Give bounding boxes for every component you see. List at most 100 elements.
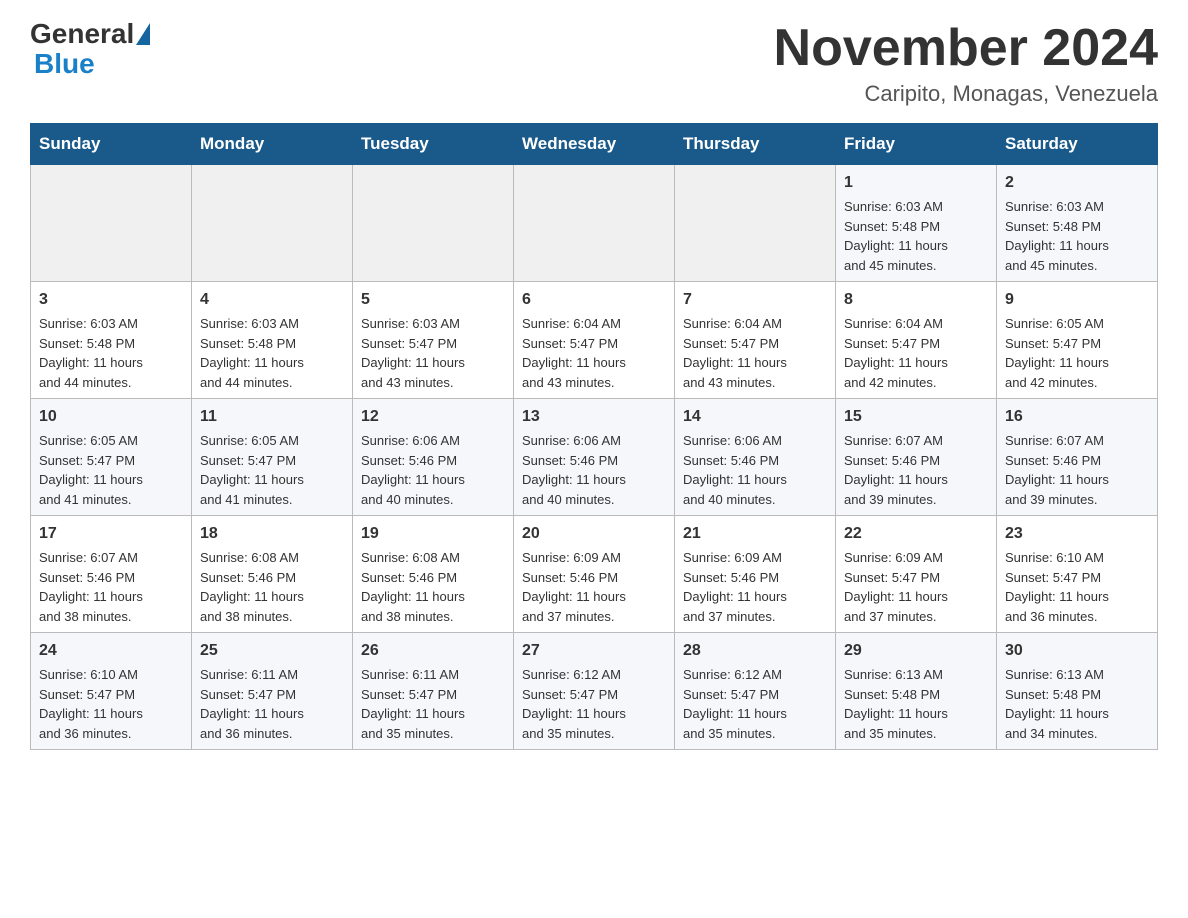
day-number: 9 [1005, 288, 1149, 312]
day-info: Sunrise: 6:03 AM Sunset: 5:48 PM Dayligh… [39, 314, 183, 392]
calendar-cell: 1Sunrise: 6:03 AM Sunset: 5:48 PM Daylig… [836, 165, 997, 282]
day-number: 17 [39, 522, 183, 546]
calendar-cell: 7Sunrise: 6:04 AM Sunset: 5:47 PM Daylig… [675, 282, 836, 399]
day-number: 30 [1005, 639, 1149, 663]
day-number: 22 [844, 522, 988, 546]
day-number: 24 [39, 639, 183, 663]
month-title: November 2024 [774, 20, 1158, 77]
calendar-cell: 14Sunrise: 6:06 AM Sunset: 5:46 PM Dayli… [675, 399, 836, 516]
day-info: Sunrise: 6:11 AM Sunset: 5:47 PM Dayligh… [200, 665, 344, 743]
calendar-cell: 2Sunrise: 6:03 AM Sunset: 5:48 PM Daylig… [997, 165, 1158, 282]
weekday-header-saturday: Saturday [997, 124, 1158, 165]
day-info: Sunrise: 6:08 AM Sunset: 5:46 PM Dayligh… [200, 548, 344, 626]
calendar-cell: 29Sunrise: 6:13 AM Sunset: 5:48 PM Dayli… [836, 633, 997, 750]
calendar-cell: 12Sunrise: 6:06 AM Sunset: 5:46 PM Dayli… [353, 399, 514, 516]
day-info: Sunrise: 6:05 AM Sunset: 5:47 PM Dayligh… [200, 431, 344, 509]
day-info: Sunrise: 6:07 AM Sunset: 5:46 PM Dayligh… [39, 548, 183, 626]
day-info: Sunrise: 6:07 AM Sunset: 5:46 PM Dayligh… [844, 431, 988, 509]
calendar-header: SundayMondayTuesdayWednesdayThursdayFrid… [31, 124, 1158, 165]
calendar-cell: 10Sunrise: 6:05 AM Sunset: 5:47 PM Dayli… [31, 399, 192, 516]
calendar-cell: 13Sunrise: 6:06 AM Sunset: 5:46 PM Dayli… [514, 399, 675, 516]
logo-general-text: General [30, 20, 134, 48]
day-number: 20 [522, 522, 666, 546]
calendar-cell: 4Sunrise: 6:03 AM Sunset: 5:48 PM Daylig… [192, 282, 353, 399]
week-row-2: 3Sunrise: 6:03 AM Sunset: 5:48 PM Daylig… [31, 282, 1158, 399]
logo-area: General Blue [30, 20, 152, 80]
calendar-cell: 23Sunrise: 6:10 AM Sunset: 5:47 PM Dayli… [997, 516, 1158, 633]
day-number: 25 [200, 639, 344, 663]
calendar-cell: 15Sunrise: 6:07 AM Sunset: 5:46 PM Dayli… [836, 399, 997, 516]
calendar-cell: 24Sunrise: 6:10 AM Sunset: 5:47 PM Dayli… [31, 633, 192, 750]
week-row-1: 1Sunrise: 6:03 AM Sunset: 5:48 PM Daylig… [31, 165, 1158, 282]
weekday-header-friday: Friday [836, 124, 997, 165]
day-number: 27 [522, 639, 666, 663]
day-info: Sunrise: 6:07 AM Sunset: 5:46 PM Dayligh… [1005, 431, 1149, 509]
day-info: Sunrise: 6:12 AM Sunset: 5:47 PM Dayligh… [683, 665, 827, 743]
day-info: Sunrise: 6:03 AM Sunset: 5:48 PM Dayligh… [1005, 197, 1149, 275]
day-info: Sunrise: 6:04 AM Sunset: 5:47 PM Dayligh… [683, 314, 827, 392]
day-info: Sunrise: 6:03 AM Sunset: 5:48 PM Dayligh… [200, 314, 344, 392]
day-number: 10 [39, 405, 183, 429]
calendar-cell [514, 165, 675, 282]
calendar-cell: 26Sunrise: 6:11 AM Sunset: 5:47 PM Dayli… [353, 633, 514, 750]
day-number: 12 [361, 405, 505, 429]
calendar-cell: 6Sunrise: 6:04 AM Sunset: 5:47 PM Daylig… [514, 282, 675, 399]
day-number: 2 [1005, 171, 1149, 195]
calendar-cell [192, 165, 353, 282]
logo-triangle-icon [136, 23, 150, 45]
day-info: Sunrise: 6:13 AM Sunset: 5:48 PM Dayligh… [844, 665, 988, 743]
location-title: Caripito, Monagas, Venezuela [774, 81, 1158, 107]
day-info: Sunrise: 6:05 AM Sunset: 5:47 PM Dayligh… [39, 431, 183, 509]
week-row-4: 17Sunrise: 6:07 AM Sunset: 5:46 PM Dayli… [31, 516, 1158, 633]
calendar-cell [675, 165, 836, 282]
day-number: 21 [683, 522, 827, 546]
logo: General [30, 20, 152, 48]
calendar-cell: 22Sunrise: 6:09 AM Sunset: 5:47 PM Dayli… [836, 516, 997, 633]
day-info: Sunrise: 6:10 AM Sunset: 5:47 PM Dayligh… [39, 665, 183, 743]
day-number: 26 [361, 639, 505, 663]
day-number: 14 [683, 405, 827, 429]
week-row-3: 10Sunrise: 6:05 AM Sunset: 5:47 PM Dayli… [31, 399, 1158, 516]
week-row-5: 24Sunrise: 6:10 AM Sunset: 5:47 PM Dayli… [31, 633, 1158, 750]
day-number: 4 [200, 288, 344, 312]
calendar-cell: 25Sunrise: 6:11 AM Sunset: 5:47 PM Dayli… [192, 633, 353, 750]
day-number: 5 [361, 288, 505, 312]
day-info: Sunrise: 6:09 AM Sunset: 5:46 PM Dayligh… [522, 548, 666, 626]
calendar-cell: 5Sunrise: 6:03 AM Sunset: 5:47 PM Daylig… [353, 282, 514, 399]
calendar-cell: 16Sunrise: 6:07 AM Sunset: 5:46 PM Dayli… [997, 399, 1158, 516]
day-info: Sunrise: 6:05 AM Sunset: 5:47 PM Dayligh… [1005, 314, 1149, 392]
day-info: Sunrise: 6:04 AM Sunset: 5:47 PM Dayligh… [522, 314, 666, 392]
day-info: Sunrise: 6:03 AM Sunset: 5:48 PM Dayligh… [844, 197, 988, 275]
day-number: 13 [522, 405, 666, 429]
weekday-header-monday: Monday [192, 124, 353, 165]
calendar-cell: 8Sunrise: 6:04 AM Sunset: 5:47 PM Daylig… [836, 282, 997, 399]
day-info: Sunrise: 6:06 AM Sunset: 5:46 PM Dayligh… [683, 431, 827, 509]
day-number: 15 [844, 405, 988, 429]
calendar-cell: 20Sunrise: 6:09 AM Sunset: 5:46 PM Dayli… [514, 516, 675, 633]
calendar-cell [353, 165, 514, 282]
day-number: 3 [39, 288, 183, 312]
day-number: 1 [844, 171, 988, 195]
calendar-cell: 17Sunrise: 6:07 AM Sunset: 5:46 PM Dayli… [31, 516, 192, 633]
day-number: 6 [522, 288, 666, 312]
calendar-body: 1Sunrise: 6:03 AM Sunset: 5:48 PM Daylig… [31, 165, 1158, 750]
calendar-cell: 11Sunrise: 6:05 AM Sunset: 5:47 PM Dayli… [192, 399, 353, 516]
day-number: 16 [1005, 405, 1149, 429]
calendar-cell: 19Sunrise: 6:08 AM Sunset: 5:46 PM Dayli… [353, 516, 514, 633]
day-number: 8 [844, 288, 988, 312]
day-number: 18 [200, 522, 344, 546]
calendar-table: SundayMondayTuesdayWednesdayThursdayFrid… [30, 123, 1158, 750]
weekday-header-sunday: Sunday [31, 124, 192, 165]
day-info: Sunrise: 6:06 AM Sunset: 5:46 PM Dayligh… [522, 431, 666, 509]
weekday-header-tuesday: Tuesday [353, 124, 514, 165]
day-info: Sunrise: 6:10 AM Sunset: 5:47 PM Dayligh… [1005, 548, 1149, 626]
day-info: Sunrise: 6:04 AM Sunset: 5:47 PM Dayligh… [844, 314, 988, 392]
day-number: 29 [844, 639, 988, 663]
logo-blue-text: Blue [34, 48, 95, 79]
day-info: Sunrise: 6:12 AM Sunset: 5:47 PM Dayligh… [522, 665, 666, 743]
day-info: Sunrise: 6:11 AM Sunset: 5:47 PM Dayligh… [361, 665, 505, 743]
day-info: Sunrise: 6:13 AM Sunset: 5:48 PM Dayligh… [1005, 665, 1149, 743]
day-number: 23 [1005, 522, 1149, 546]
day-number: 11 [200, 405, 344, 429]
header: General Blue November 2024 Caripito, Mon… [30, 20, 1158, 107]
